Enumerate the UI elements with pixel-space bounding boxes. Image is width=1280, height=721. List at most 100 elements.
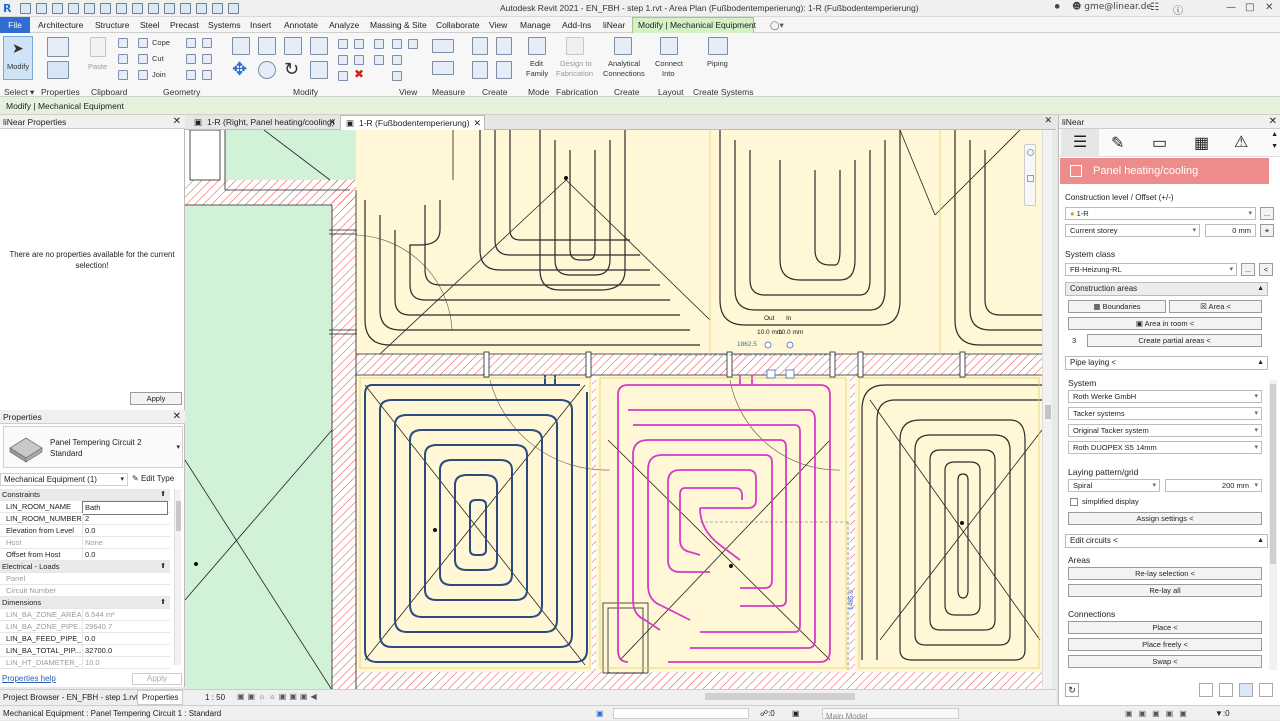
tab-view[interactable]: View [489,20,507,30]
edit-family-label-2[interactable]: Family [526,69,548,78]
properties-help-link[interactable]: Properties help [2,674,56,683]
ribbon-options-icon[interactable]: ◯▾ [770,20,784,31]
analytical-label-2[interactable]: Connections [603,69,645,78]
tab-annotate[interactable]: Annotate [284,20,318,30]
redo-icon[interactable] [84,3,95,14]
property-value[interactable]: 0.0 [82,633,168,645]
property-section[interactable]: Constraints ⬆ [0,489,170,501]
property-section[interactable]: Electrical - Loads ⬆ [0,561,170,573]
tab-collaborate[interactable]: Collaborate [436,20,479,30]
settings-sliders-icon[interactable]: ☰ [1061,129,1099,157]
linework-icon[interactable] [392,55,402,65]
save-icon[interactable] [36,3,47,14]
tab-analyze[interactable]: Analyze [329,20,359,30]
create-assembly-icon[interactable] [472,37,488,55]
tab-architecture[interactable]: Architecture [38,20,83,30]
pick-offset-icon[interactable]: ⌖ [1260,224,1274,237]
tab-massing-site[interactable]: Massing & Site [370,20,427,30]
create-group-icon[interactable] [472,61,488,79]
collapse-icon[interactable]: ⬆ [160,561,166,573]
swap-button[interactable]: Swap < [1068,655,1262,668]
text-icon[interactable] [132,3,143,14]
hide-view-icon[interactable] [392,39,402,49]
sync-icon[interactable] [52,3,63,14]
horizontal-scroll-thumb[interactable] [705,693,855,700]
property-value[interactable]: 0.0 [82,525,168,537]
main-model-select[interactable]: Main Model [822,708,959,721]
level-options-button[interactable]: ... [1260,207,1274,220]
rotate-icon[interactable]: ↻ [284,59,299,80]
search-help-icon[interactable]: ⚫ [1053,2,1061,13]
pin-icon[interactable] [338,71,348,81]
copy-icon[interactable] [258,61,276,79]
tab-linear[interactable]: liNear [603,20,625,30]
scroll-thumb[interactable] [1045,405,1051,419]
instance-filter[interactable]: Mechanical Equipment (1) ▾ [0,473,128,486]
switch-windows-icon[interactable] [212,3,223,14]
close-icon[interactable]: ✕ [1044,115,1052,126]
area-button[interactable]: ☒ Area < [1169,300,1262,313]
property-value[interactable]: 29640.7 [82,621,168,633]
connect-label-2[interactable]: Into [662,69,675,78]
measure-icon[interactable] [116,3,127,14]
scroll-thumb[interactable] [176,501,181,531]
system-class-options-button[interactable]: ... [1241,263,1255,276]
section-icon[interactable] [164,3,175,14]
property-value[interactable]: 0.0 [82,549,168,561]
mirror-axis-icon[interactable] [284,37,302,55]
tab-properties[interactable]: Properties [137,690,184,705]
tab-modify-mechanical-equipment[interactable]: Modify | Mechanical Equipment [632,17,756,33]
vertical-scrollbar[interactable] [1042,130,1052,690]
connect-label-1[interactable]: Connect [655,59,683,68]
tab-manage[interactable]: Manage [520,20,551,30]
match-type-icon[interactable] [118,70,128,80]
copy-clipboard-icon[interactable] [118,54,128,64]
drawing-canvas[interactable]: Out In 10.0 mm 10.0 mm 1862.5 1485.0 [185,130,1042,690]
pencil-icon[interactable]: ✎ [1111,133,1124,153]
maximize-button[interactable]: □ [1245,2,1254,13]
analytical-connections-icon[interactable] [614,37,632,55]
construction-areas-section[interactable]: Construction areas ▲ [1065,282,1268,296]
move-icon[interactable]: ✥ [232,59,247,80]
align-icon[interactable] [232,37,250,55]
property-section[interactable]: Dimensions ⬆ [0,597,170,609]
cut-geometry-icon[interactable] [138,54,148,64]
place-freely-button[interactable]: Place freely < [1068,638,1262,651]
grid-icon[interactable]: ▦ [1194,133,1209,153]
copy-settings-icon[interactable] [1239,683,1253,697]
mirror-draw-icon[interactable] [310,37,328,55]
help-icon[interactable]: ⓘ [1173,2,1183,17]
type-properties-icon[interactable] [47,37,69,57]
editable-only-icon[interactable]: ☍ [760,709,768,718]
3d-view-icon[interactable] [148,3,159,14]
filter-icon[interactable]: ▼:0 [1215,709,1230,718]
relay-selection-button[interactable]: Re-lay selection < [1068,567,1262,580]
level-select[interactable]: ● 1-R ▾ [1065,207,1256,220]
system-type-select[interactable]: Tacker systems ▾ [1068,407,1262,420]
measure-between-icon[interactable] [432,61,454,75]
aligned-dimension-icon[interactable] [432,39,454,53]
modify-button[interactable]: ➤ Modify [3,36,33,80]
chevron-down-icon[interactable]: ▼ [1271,143,1278,150]
workset-select[interactable] [613,708,749,719]
library-icon[interactable]: ▭ [1152,133,1167,153]
close-icon[interactable]: ✕ [473,116,481,130]
storey-select[interactable]: Current storey ▾ [1065,224,1200,237]
chevron-left-icon[interactable]: < [1259,263,1273,276]
property-value[interactable]: 10.0 [82,657,168,669]
navigation-bar[interactable] [1024,144,1036,206]
tab-insert[interactable]: Insert [250,20,271,30]
print-icon[interactable] [100,3,111,14]
view-tab-fussboden[interactable]: ▣ 1-R (Fußbodentemperierung) ✕ [340,115,485,130]
manufacturer-select[interactable]: Roth Werke GmbH ▾ [1068,390,1262,403]
close-hidden-icon[interactable] [196,3,207,14]
beam-join-icon[interactable] [186,70,196,80]
worksets-icon[interactable]: ▣ [596,709,604,718]
paint-icon[interactable] [186,54,196,64]
tab-systems[interactable]: Systems [208,20,241,30]
join-button[interactable]: Join [152,70,166,79]
export-icon[interactable] [1199,683,1213,697]
cope-button[interactable]: Cope [152,38,170,47]
design-options-icon[interactable]: ▣ [792,709,800,718]
layers-icon[interactable] [1219,683,1233,697]
